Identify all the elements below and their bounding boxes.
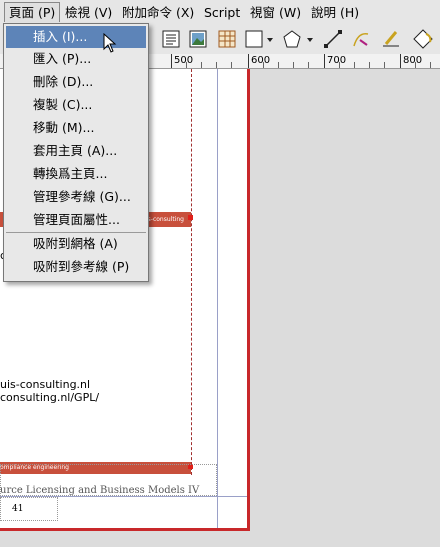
- ruler-label: 600: [251, 55, 271, 66]
- page-number-frame[interactable]: [0, 497, 58, 521]
- menu-item-apply-master[interactable]: 套用主頁 (A)...: [6, 140, 146, 162]
- footer-title: urce Licensing and Business Models IV: [0, 485, 200, 496]
- menu-item-insert[interactable]: 插入 (I)...: [6, 26, 146, 48]
- url-text: uis-consulting.nl: [0, 378, 91, 391]
- text-frame-icon[interactable]: [160, 28, 182, 50]
- freehand-icon[interactable]: [380, 28, 402, 50]
- menu-item-import[interactable]: 匯入 (P)...: [6, 48, 146, 70]
- menu-item-delete[interactable]: 刪除 (D)...: [6, 71, 146, 93]
- image-frame-icon[interactable]: [187, 28, 209, 50]
- bezier-icon[interactable]: [350, 28, 372, 50]
- polygon-icon[interactable]: [281, 28, 317, 50]
- ruler-label: 800: [403, 55, 423, 66]
- frame-handle[interactable]: [188, 215, 193, 220]
- mouse-cursor-icon: [103, 32, 119, 53]
- menu-item-snap-grid[interactable]: 吸附到網格 (A): [6, 233, 146, 255]
- rotate-icon[interactable]: [412, 28, 434, 50]
- menu-item-page-properties[interactable]: 管理頁面屬性...: [6, 209, 146, 231]
- menu-help[interactable]: 說明 (H): [311, 5, 359, 20]
- page-number: 41: [12, 504, 24, 514]
- band-text: is-consulting: [146, 216, 184, 223]
- menu-view[interactable]: 檢視 (V): [65, 5, 112, 20]
- vertical-guide: [217, 69, 218, 528]
- menubar: 頁面 (P) 檢視 (V) 附加命令 (X) Script 視窗 (W) 說明 …: [0, 0, 440, 25]
- frame-edge: [191, 69, 192, 475]
- menu-item-manage-guides[interactable]: 管理參考線 (G)...: [6, 186, 146, 208]
- ruler-label: 700: [327, 55, 347, 66]
- menu-page[interactable]: 頁面 (P): [4, 2, 61, 22]
- page-menu-dropdown: 插入 (I)... 匯入 (P)... 刪除 (D)... 複製 (C)... …: [3, 23, 149, 282]
- menu-window[interactable]: 視窗 (W): [250, 5, 301, 20]
- table-icon[interactable]: [216, 28, 238, 50]
- menu-script[interactable]: Script: [204, 5, 240, 20]
- menu-item-convert-master[interactable]: 轉換爲主頁...: [6, 163, 146, 185]
- ruler-label: 500: [174, 55, 194, 66]
- rectangle-icon[interactable]: [243, 28, 277, 50]
- url-text: consulting.nl/GPL/: [0, 391, 100, 404]
- line-icon[interactable]: [322, 28, 344, 50]
- menu-item-copy[interactable]: 複製 (C)...: [6, 94, 146, 116]
- menu-extras[interactable]: 附加命令 (X): [122, 5, 194, 20]
- menu-item-snap-guides[interactable]: 吸附到參考線 (P): [6, 256, 146, 278]
- menu-item-move[interactable]: 移動 (M)...: [6, 117, 146, 139]
